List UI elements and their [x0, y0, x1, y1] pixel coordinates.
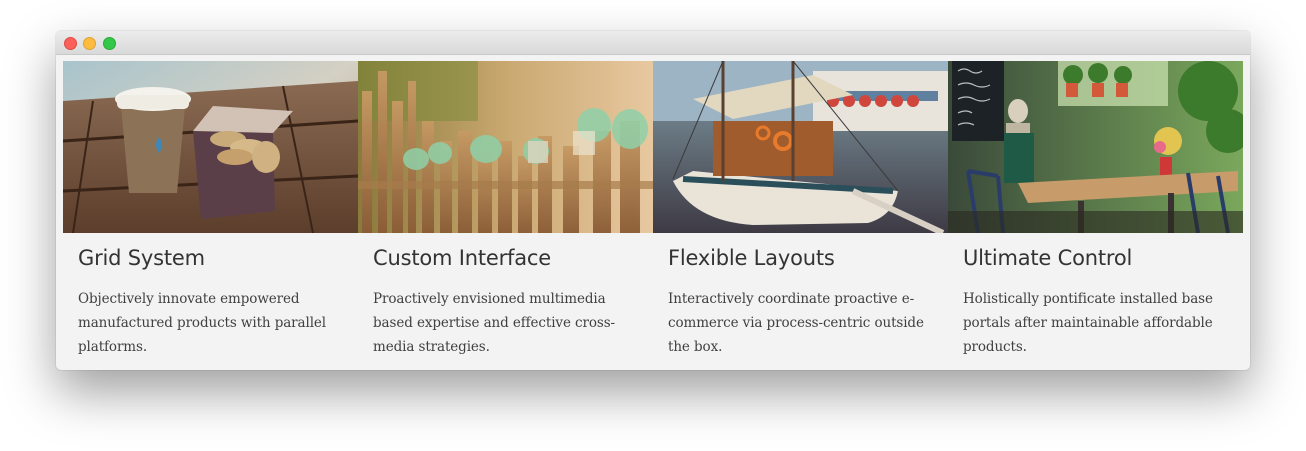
- feature-title: Ultimate Control: [963, 246, 1133, 270]
- feature-title: Custom Interface: [373, 246, 551, 270]
- feature-description: Objectively innovate empowered manufactu…: [78, 291, 327, 355]
- feature-description: Proactively envisioned multimedia based …: [373, 291, 615, 355]
- feature-grid-system: Grid System Objectively innovate empower…: [63, 61, 358, 361]
- feature-title: Grid System: [78, 246, 205, 270]
- feature-ultimate-control: Ultimate Control Holistically pontificat…: [948, 61, 1243, 361]
- feature-description: Interactively coordinate proactive e-com…: [668, 291, 924, 355]
- minimize-window-button[interactable]: [83, 37, 96, 50]
- coffee-cup-and-cookies-photo: [63, 61, 358, 233]
- window-titlebar: [56, 31, 1250, 55]
- feature-flexible-layouts: Flexible Layouts Interactively coordinat…: [653, 61, 948, 361]
- feature-title: Flexible Layouts: [668, 246, 835, 270]
- close-window-button[interactable]: [64, 37, 77, 50]
- feature-custom-interface: Custom Interface Proactively envisioned …: [358, 61, 653, 361]
- sailboat-in-harbor-photo: [653, 61, 948, 233]
- cafe-terrace-with-chalkboard-photo: [948, 61, 1243, 233]
- zoom-window-button[interactable]: [103, 37, 116, 50]
- feature-description: Holistically pontificate installed base …: [963, 291, 1213, 355]
- browser-window: Grid System Objectively innovate empower…: [56, 31, 1250, 370]
- features-grid: Grid System Objectively innovate empower…: [63, 61, 1243, 361]
- glass-bottles-on-fence-photo: [358, 61, 653, 233]
